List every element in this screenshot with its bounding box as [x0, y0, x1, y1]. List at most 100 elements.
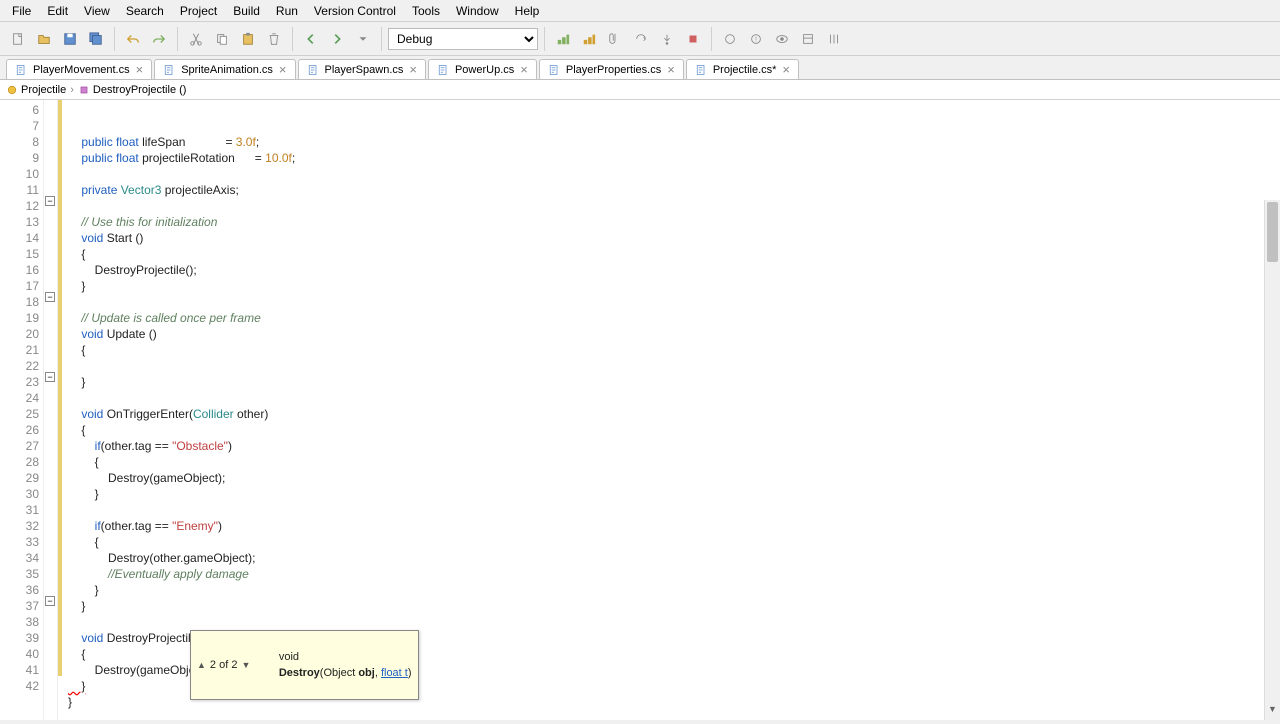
- close-icon[interactable]: ×: [279, 63, 287, 76]
- tab-playerpropertiescs[interactable]: PlayerProperties.cs×: [539, 59, 684, 79]
- redo-icon[interactable]: [147, 27, 171, 51]
- rebuild-icon[interactable]: [577, 27, 601, 51]
- code-line[interactable]: void OnTriggerEnter(Collider other): [68, 406, 1280, 422]
- close-icon[interactable]: ×: [782, 63, 790, 76]
- close-icon[interactable]: ×: [667, 63, 675, 76]
- build-icon[interactable]: [551, 27, 575, 51]
- stop-icon[interactable]: [681, 27, 705, 51]
- code-line[interactable]: }: [68, 598, 1280, 614]
- code-line[interactable]: }: [68, 582, 1280, 598]
- nav-back-icon[interactable]: [299, 27, 323, 51]
- menu-build[interactable]: Build: [225, 2, 268, 20]
- tab-spriteanimationcs[interactable]: SpriteAnimation.cs×: [154, 59, 295, 79]
- breadcrumb: Projectile › DestroyProjectile (): [0, 80, 1280, 100]
- nav-forward-icon[interactable]: [325, 27, 349, 51]
- fold-toggle[interactable]: −: [45, 196, 55, 206]
- code-line[interactable]: void Start (): [68, 230, 1280, 246]
- cut-icon[interactable]: [184, 27, 208, 51]
- tab-powerupcs[interactable]: PowerUp.cs×: [428, 59, 537, 79]
- code-line[interactable]: [68, 294, 1280, 310]
- tooltip-counter: 2 of 2: [210, 657, 238, 673]
- threads-icon[interactable]: [822, 27, 846, 51]
- menu-run[interactable]: Run: [268, 2, 306, 20]
- code-line[interactable]: {: [68, 422, 1280, 438]
- watch-icon[interactable]: [770, 27, 794, 51]
- menu-tools[interactable]: Tools: [404, 2, 448, 20]
- code-line[interactable]: Destroy(other.gameObject);: [68, 550, 1280, 566]
- scroll-thumb[interactable]: [1267, 202, 1278, 262]
- code-line[interactable]: [68, 710, 1280, 720]
- code-line[interactable]: }: [68, 486, 1280, 502]
- tab-projectilecs[interactable]: Projectile.cs*×: [686, 59, 799, 79]
- up-arrow-icon[interactable]: ▲: [197, 657, 206, 673]
- close-icon[interactable]: ×: [136, 63, 144, 76]
- nav-dropdown-icon[interactable]: [351, 27, 375, 51]
- delete-icon[interactable]: [262, 27, 286, 51]
- chevron-right-icon: ›: [70, 84, 74, 96]
- fold-toggle[interactable]: −: [45, 596, 55, 606]
- copy-icon[interactable]: [210, 27, 234, 51]
- code-line[interactable]: [68, 358, 1280, 374]
- new-file-icon[interactable]: [6, 27, 30, 51]
- tab-bar: PlayerMovement.cs×SpriteAnimation.cs×Pla…: [0, 56, 1280, 80]
- exceptions-icon[interactable]: !: [744, 27, 768, 51]
- scroll-down-icon[interactable]: ▼: [1265, 704, 1280, 720]
- separator: [114, 27, 115, 51]
- menu-bar: FileEditViewSearchProjectBuildRunVersion…: [0, 0, 1280, 22]
- code-line[interactable]: {: [68, 342, 1280, 358]
- attach-icon[interactable]: [603, 27, 627, 51]
- code-line[interactable]: }: [68, 374, 1280, 390]
- code-line[interactable]: // Use this for initialization: [68, 214, 1280, 230]
- menu-project[interactable]: Project: [172, 2, 225, 20]
- menu-view[interactable]: View: [76, 2, 118, 20]
- menu-version-control[interactable]: Version Control: [306, 2, 404, 20]
- signature-tooltip: ▲ 2 of 2 ▼ void Destroy(Object obj, floa…: [190, 630, 419, 700]
- code-line[interactable]: [68, 502, 1280, 518]
- code-line[interactable]: [68, 198, 1280, 214]
- step-into-icon[interactable]: [655, 27, 679, 51]
- breadcrumb-class[interactable]: Projectile: [6, 84, 66, 96]
- code-line[interactable]: {: [68, 454, 1280, 470]
- code-line[interactable]: DestroyProjectile();: [68, 262, 1280, 278]
- fold-toggle[interactable]: −: [45, 372, 55, 382]
- undo-icon[interactable]: [121, 27, 145, 51]
- code-line[interactable]: void Update (): [68, 326, 1280, 342]
- separator: [292, 27, 293, 51]
- menu-window[interactable]: Window: [448, 2, 507, 20]
- code-line[interactable]: {: [68, 534, 1280, 550]
- breadcrumb-method[interactable]: DestroyProjectile (): [78, 84, 187, 96]
- code-line[interactable]: //Eventually apply damage: [68, 566, 1280, 582]
- code-line[interactable]: private Vector3 projectileAxis;: [68, 182, 1280, 198]
- code-line[interactable]: [68, 614, 1280, 630]
- menu-edit[interactable]: Edit: [39, 2, 76, 20]
- config-dropdown[interactable]: Debug: [388, 28, 538, 50]
- code-line[interactable]: }: [68, 278, 1280, 294]
- tab-playerspawncs[interactable]: PlayerSpawn.cs×: [298, 59, 426, 79]
- down-arrow-icon[interactable]: ▼: [241, 657, 250, 673]
- paste-icon[interactable]: [236, 27, 260, 51]
- menu-file[interactable]: File: [4, 2, 39, 20]
- code-line[interactable]: if(other.tag == "Enemy"): [68, 518, 1280, 534]
- menu-search[interactable]: Search: [118, 2, 172, 20]
- code-line[interactable]: [68, 390, 1280, 406]
- save-icon[interactable]: [58, 27, 82, 51]
- save-all-icon[interactable]: [84, 27, 108, 51]
- open-icon[interactable]: [32, 27, 56, 51]
- code-line[interactable]: Destroy(gameObject);: [68, 470, 1280, 486]
- close-icon[interactable]: ×: [409, 63, 417, 76]
- step-over-icon[interactable]: [629, 27, 653, 51]
- vertical-scrollbar[interactable]: ▲ ▼: [1264, 200, 1280, 720]
- close-icon[interactable]: ×: [520, 63, 528, 76]
- code-line[interactable]: {: [68, 246, 1280, 262]
- code-line[interactable]: public float lifeSpan = 3.0f;: [68, 134, 1280, 150]
- code-line[interactable]: public float projectileRotation = 10.0f;: [68, 150, 1280, 166]
- code-line[interactable]: // Update is called once per frame: [68, 310, 1280, 326]
- fold-toggle[interactable]: −: [45, 292, 55, 302]
- code-line[interactable]: if(other.tag == "Obstacle"): [68, 438, 1280, 454]
- menu-help[interactable]: Help: [507, 2, 548, 20]
- locals-icon[interactable]: [796, 27, 820, 51]
- code-line[interactable]: [68, 166, 1280, 182]
- code-area[interactable]: public float lifeSpan = 3.0f; public flo…: [62, 100, 1280, 720]
- breakpoint-icon[interactable]: [718, 27, 742, 51]
- tab-playermovementcs[interactable]: PlayerMovement.cs×: [6, 59, 152, 79]
